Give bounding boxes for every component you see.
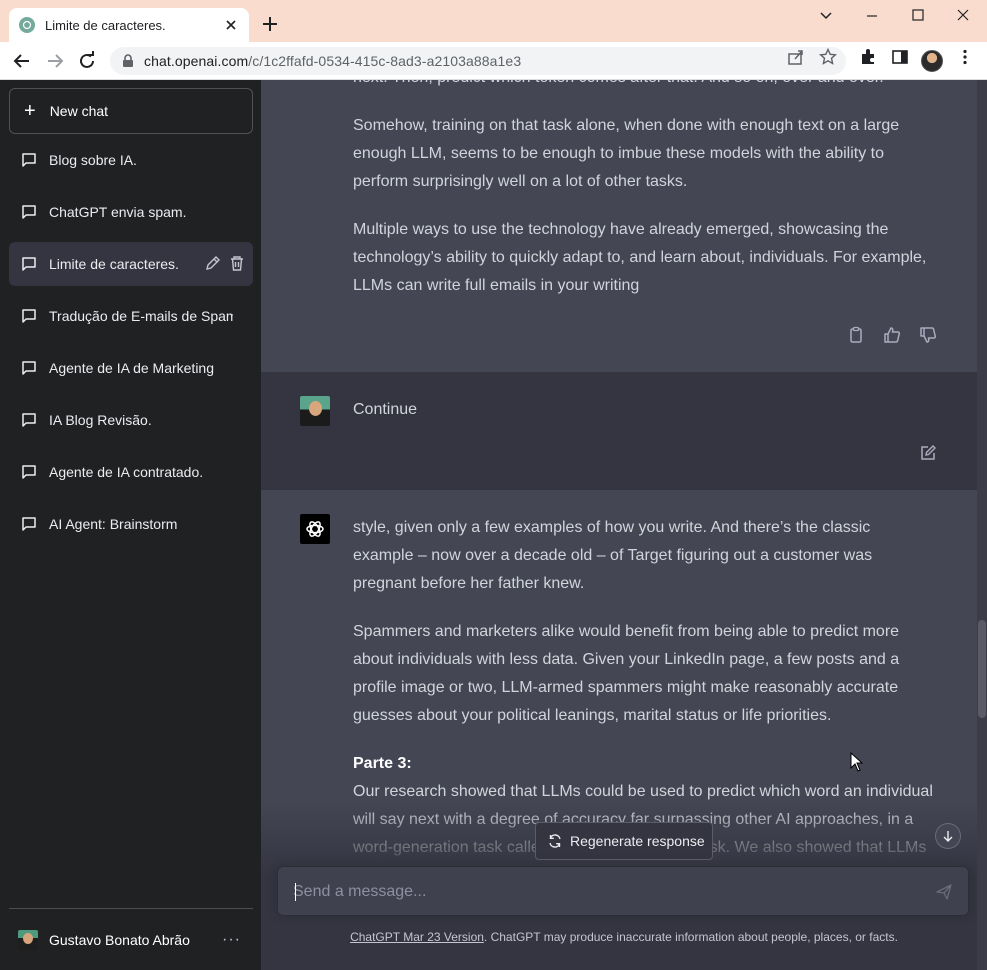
new-chat-label: New chat — [49, 103, 109, 119]
message-paragraph: Multiple ways to use the technology have… — [353, 221, 927, 294]
maximize-icon[interactable] — [906, 6, 930, 26]
sidebar-item-label: IA Blog Revisão. — [49, 412, 152, 428]
assistant-message-previous: next. Then, predict which token comes af… — [261, 80, 977, 372]
sidebar-item-chat[interactable]: AI Agent: Brainstorm — [9, 502, 253, 546]
message-paragraph: next. Then, predict which token comes af… — [353, 80, 935, 92]
sidebar-item-chat[interactable]: Agente de IA contratado. — [9, 450, 253, 494]
tab-search-chevron-icon[interactable] — [814, 6, 838, 26]
version-link[interactable]: ChatGPT Mar 23 Version — [350, 930, 484, 944]
arrow-down-icon — [943, 831, 953, 842]
thumbs-up-icon[interactable] — [883, 326, 901, 344]
message-paragraph: Spammers and marketers alike would benef… — [353, 623, 900, 724]
message-input[interactable] — [293, 881, 913, 903]
regenerate-response-button[interactable]: Regenerate response — [535, 822, 713, 860]
chatgpt-logo-icon — [300, 514, 330, 544]
close-window-icon[interactable] — [951, 6, 975, 26]
new-tab-icon[interactable] — [258, 12, 282, 36]
chat-bubble-icon — [22, 153, 36, 167]
chat-bubble-icon — [22, 517, 36, 531]
footer-disclaimer: ChatGPT Mar 23 Version. ChatGPT may prod… — [261, 930, 987, 944]
send-icon[interactable] — [936, 884, 952, 900]
sidebar-item-label: Agente de IA contratado. — [49, 464, 204, 480]
scrollbar-thumb[interactable] — [978, 620, 986, 718]
sidebar: + New chat Blog sobre IA. ChatGPT envia … — [0, 80, 261, 970]
message-heading: Parte 3: — [353, 755, 412, 772]
chat-bubble-icon — [22, 309, 36, 323]
text-caret — [295, 883, 296, 901]
user-avatar — [300, 396, 330, 426]
side-panel-icon[interactable] — [891, 48, 909, 66]
extensions-icon[interactable] — [859, 48, 877, 66]
trash-icon[interactable] — [229, 255, 245, 271]
message-composer — [277, 866, 969, 916]
browser-menu-icon[interactable] — [956, 48, 974, 66]
message-feedback — [847, 326, 937, 344]
share-icon[interactable] — [787, 48, 805, 66]
thumbs-down-icon[interactable] — [919, 326, 937, 344]
user-name: Gustavo Bonato Abrão — [49, 931, 190, 948]
disclaimer-text: . ChatGPT may produce inaccurate informa… — [483, 930, 898, 944]
address-toolbar: chat.openai.com/c/1c2ffafd-0534-415c-8ad… — [0, 42, 987, 80]
sidebar-item-label: Tradução de E-mails de Spam — [49, 308, 233, 324]
scrollbar-track[interactable] — [977, 80, 987, 970]
url-text: chat.openai.com/c/1c2ffafd-0534-415c-8ad… — [144, 53, 522, 69]
scroll-to-bottom-button[interactable] — [935, 823, 961, 849]
browser-tab-strip: Limite de caracteres. — [0, 0, 987, 42]
sidebar-item-chat[interactable]: Tradução de E-mails de Spam — [9, 294, 253, 338]
sidebar-item-label: AI Agent: Brainstorm — [49, 516, 178, 532]
bookmark-star-icon[interactable] — [818, 47, 838, 66]
user-avatar — [18, 929, 38, 950]
chat-bubble-icon — [22, 465, 36, 479]
tab-title: Limite de caracteres. — [45, 17, 166, 33]
sidebar-item-label: ChatGPT envia spam. — [49, 204, 187, 220]
chat-bubble-icon — [22, 257, 36, 271]
message-paragraph: style, given only a few examples of how … — [353, 519, 873, 592]
profile-avatar[interactable] — [921, 50, 943, 72]
mouse-cursor-icon — [850, 752, 864, 772]
copy-clipboard-icon[interactable] — [847, 326, 865, 344]
sidebar-item-chat[interactable]: ChatGPT envia spam. — [9, 190, 253, 234]
edit-message-icon[interactable] — [919, 444, 937, 462]
sidebar-item-label: Limite de caracteres. — [49, 256, 179, 272]
user-message: Continue — [261, 372, 977, 490]
browser-tab[interactable]: Limite de caracteres. — [9, 8, 249, 42]
chat-bubble-icon — [22, 361, 36, 375]
new-chat-button[interactable]: + New chat — [9, 88, 253, 134]
forward-icon[interactable] — [44, 50, 66, 72]
assistant-message-text: next. Then, predict which token comes af… — [353, 80, 935, 320]
reload-icon[interactable] — [76, 50, 98, 72]
minimize-icon[interactable] — [860, 6, 884, 26]
sidebar-item-chat-active[interactable]: Limite de caracteres. — [9, 242, 253, 286]
conversation-panel: next. Then, predict which token comes af… — [261, 80, 987, 970]
message-paragraph: Somehow, training on that task alone, wh… — [353, 117, 900, 190]
sidebar-item-label: Blog sobre IA. — [49, 152, 137, 168]
sidebar-item-label: Agente de IA de Marketing — [49, 360, 214, 376]
more-options-icon[interactable]: ··· — [222, 931, 241, 949]
chat-bubble-icon — [22, 205, 36, 219]
user-message-text: Continue — [353, 401, 418, 418]
sidebar-item-chat[interactable]: IA Blog Revisão. — [9, 398, 253, 442]
tab-close-icon[interactable] — [223, 17, 239, 33]
openai-favicon-icon — [19, 17, 35, 33]
plus-icon: + — [24, 100, 36, 122]
back-icon[interactable] — [11, 50, 33, 72]
chat-bubble-icon — [22, 413, 36, 427]
lock-icon — [123, 54, 133, 67]
user-menu[interactable]: Gustavo Bonato Abrão ··· — [9, 908, 253, 970]
sidebar-item-chat[interactable]: Agente de IA de Marketing — [9, 346, 253, 390]
regenerate-label: Regenerate response — [570, 833, 705, 849]
sidebar-item-chat[interactable]: Blog sobre IA. — [9, 138, 253, 182]
edit-pencil-icon[interactable] — [205, 255, 221, 271]
refresh-icon — [549, 834, 561, 848]
address-bar[interactable]: chat.openai.com/c/1c2ffafd-0534-415c-8ad… — [110, 47, 846, 75]
